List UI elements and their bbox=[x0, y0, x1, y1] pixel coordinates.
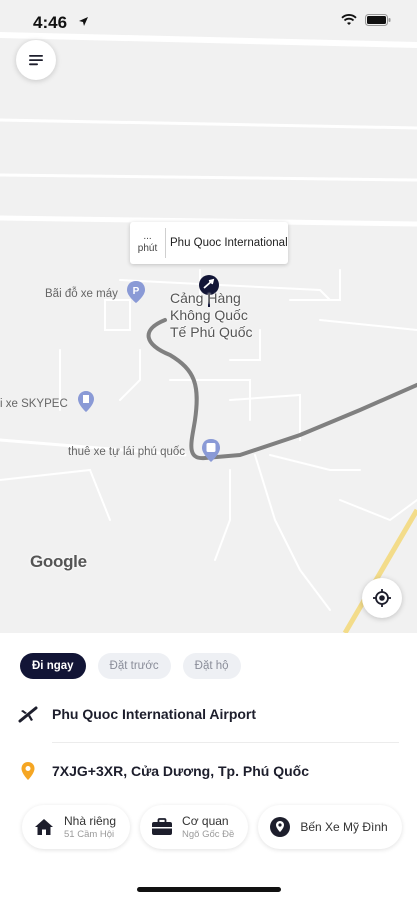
location-pin-icon bbox=[270, 817, 291, 837]
booking-tabs: Đi ngay Đặt trước Đặt hộ bbox=[20, 653, 241, 679]
saved-places: Nhà riêng 51 Cầm Hội Cơ quan Ngõ Gốc Đề bbox=[22, 805, 402, 849]
eta-unit: phút bbox=[137, 243, 158, 254]
status-bar: 4:46 bbox=[0, 0, 417, 44]
parking-icon: P bbox=[127, 281, 145, 303]
airport-line1: Cảng Hàng bbox=[170, 290, 241, 306]
tab-di-ngay[interactable]: Đi ngay bbox=[20, 653, 86, 679]
crosshair-icon bbox=[373, 589, 391, 607]
eta-value: ... bbox=[143, 231, 152, 242]
map-label-skypec: i xe SKYPEC bbox=[0, 398, 68, 410]
home-icon bbox=[35, 819, 53, 835]
saved-place-work-title: Cơ quan bbox=[182, 813, 229, 828]
eta-destination: Phu Quoc International Airp... bbox=[170, 237, 288, 249]
menu-button[interactable] bbox=[16, 40, 56, 80]
saved-place-home-subtitle: 51 Cầm Hội bbox=[64, 828, 115, 840]
map-view[interactable]: 4:46 ... phút Phu Quoc International P B… bbox=[0, 0, 417, 633]
booking-sheet: Đi ngay Đặt trước Đặt hộ Phu Quoc Intern… bbox=[0, 633, 417, 900]
airport-line2: Không Quốc bbox=[170, 307, 248, 323]
map-label-airport: Cảng Hàng Không Quốc Tế Phú Quốc bbox=[170, 290, 253, 341]
saved-place-home-title: Nhà riêng bbox=[64, 813, 117, 828]
battery-icon bbox=[365, 14, 391, 26]
saved-place-bus-station-title: Bến Xe Mỹ Đình bbox=[300, 820, 388, 834]
pickup-row[interactable]: Phu Quoc International Airport bbox=[18, 704, 256, 724]
eta-time: ... phút bbox=[130, 228, 166, 258]
locate-me-button[interactable] bbox=[362, 578, 402, 618]
location-arrow-icon bbox=[79, 17, 88, 26]
destination-row[interactable]: 7XJG+3XR, Cửa Dương, Tp. Phú Quốc bbox=[18, 761, 309, 781]
tab-dat-truoc[interactable]: Đặt trước bbox=[97, 653, 171, 679]
saved-place-home[interactable]: Nhà riêng 51 Cầm Hội bbox=[22, 805, 131, 849]
map-label-car-rental: thuê xe tự lái phú quốc bbox=[68, 446, 186, 458]
divider bbox=[52, 742, 399, 743]
map-label-parking: Bãi đỗ xe máy bbox=[45, 288, 118, 300]
status-time: 4:46 bbox=[33, 13, 68, 32]
google-logo: Google bbox=[30, 552, 87, 571]
eta-bubble[interactable]: ... phút Phu Quoc International Airp... bbox=[130, 222, 288, 264]
menu-icon bbox=[29, 55, 43, 66]
saved-place-bus-station[interactable]: Bến Xe Mỹ Đình bbox=[258, 805, 402, 849]
home-indicator[interactable] bbox=[137, 887, 281, 892]
wifi-icon bbox=[341, 14, 357, 25]
airplane-icon bbox=[18, 706, 38, 723]
airport-line3: Tế Phú Quốc bbox=[170, 324, 253, 340]
saved-place-work[interactable]: Cơ quan Ngõ Gốc Đề bbox=[140, 805, 249, 849]
location-pin-icon bbox=[21, 762, 35, 780]
tab-dat-ho[interactable]: Đặt hộ bbox=[182, 653, 241, 679]
bus-icon bbox=[202, 439, 220, 462]
svg-text:P: P bbox=[133, 286, 140, 297]
pickup-address: Phu Quoc International Airport bbox=[52, 706, 257, 722]
gas-station-icon bbox=[78, 391, 94, 412]
briefcase-icon bbox=[152, 818, 173, 835]
destination-address: 7XJG+3XR, Cửa Dương, Tp. Phú Quốc bbox=[52, 763, 309, 779]
saved-place-work-subtitle: Ngõ Gốc Đề bbox=[182, 828, 235, 840]
